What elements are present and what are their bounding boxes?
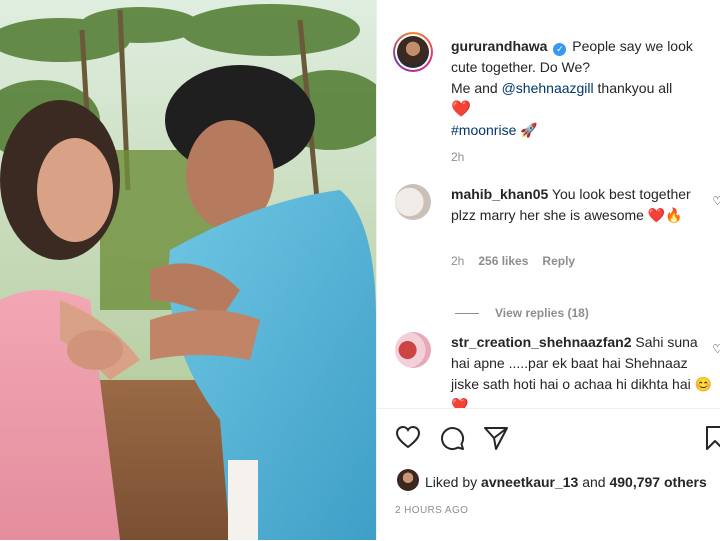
comment-item: mahib_khan05 You look best together plzz… [395,184,720,284]
comment-item: str_creation_shehnaazfan2 Sahi suna hai … [395,332,720,408]
share-icon[interactable] [483,425,509,451]
comment-likes[interactable]: 256 likes [478,254,528,268]
replies-divider [455,313,479,315]
liked-by-prefix: Liked by [425,474,482,490]
panel-top-spacer [377,0,720,16]
post-detail-panel: gururandhawa ✓ People say we look cute t… [376,0,720,541]
post-timestamp: 2 HOURS AGO [395,505,469,516]
commenter-avatar[interactable] [395,332,431,368]
post-actions: Liked by avneetkaur_13 and 490,797 other… [377,408,720,541]
caption-text-2a: Me and [451,80,502,96]
comment-text: mahib_khan05 You look best together plzz… [451,184,713,226]
rocket-emoji: 🚀 [520,122,538,138]
likes-summary[interactable]: Liked by avneetkaur_13 and 490,797 other… [425,474,707,490]
comment-reply-button[interactable]: Reply [542,254,575,268]
author-avatar-image [397,36,429,68]
post-caption: gururandhawa ✓ People say we look cute t… [451,36,713,168]
likes-others-count[interactable]: 490,797 others [609,474,706,490]
verified-badge-icon: ✓ [553,43,567,56]
caption-mention[interactable]: @shehnaazgill [502,80,594,96]
caption-time: 2h [451,150,465,164]
comments-scroll-area[interactable]: gururandhawa ✓ People say we look cute t… [377,16,720,408]
heart-emoji: ❤️ [451,101,471,118]
liker-avatar[interactable] [397,469,419,491]
commenter-username[interactable]: mahib_khan05 [451,186,548,202]
view-replies-button[interactable]: View replies (18) [455,306,589,320]
comment-icon[interactable] [439,425,465,451]
comment-meta: 2h 256 likes Reply [451,254,575,268]
post-image [0,0,376,540]
comment-text: str_creation_shehnaazfan2 Sahi suna hai … [451,332,713,408]
liked-by-and: and [578,474,610,490]
liked-by-user[interactable]: avneetkaur_13 [481,474,578,490]
comment-like-heart-icon[interactable]: ♡ [712,342,720,356]
post-photo[interactable] [0,0,376,540]
comment-like-heart-icon[interactable]: ♡ [712,194,720,208]
caption-text-2b: thankyou all [593,80,673,96]
comment-emojis: ❤️🔥 [647,207,683,223]
commenter-username[interactable]: str_creation_shehnaazfan2 [451,334,632,350]
author-avatar[interactable] [393,32,433,72]
author-username[interactable]: gururandhawa [451,38,547,54]
view-replies-label: View replies (18) [495,306,589,320]
heart-icon[interactable] [395,425,421,449]
caption-hashtag[interactable]: #moonrise [451,122,516,138]
comment-time: 2h [451,254,465,268]
commenter-avatar[interactable] [395,184,431,220]
bookmark-icon[interactable] [705,425,720,451]
